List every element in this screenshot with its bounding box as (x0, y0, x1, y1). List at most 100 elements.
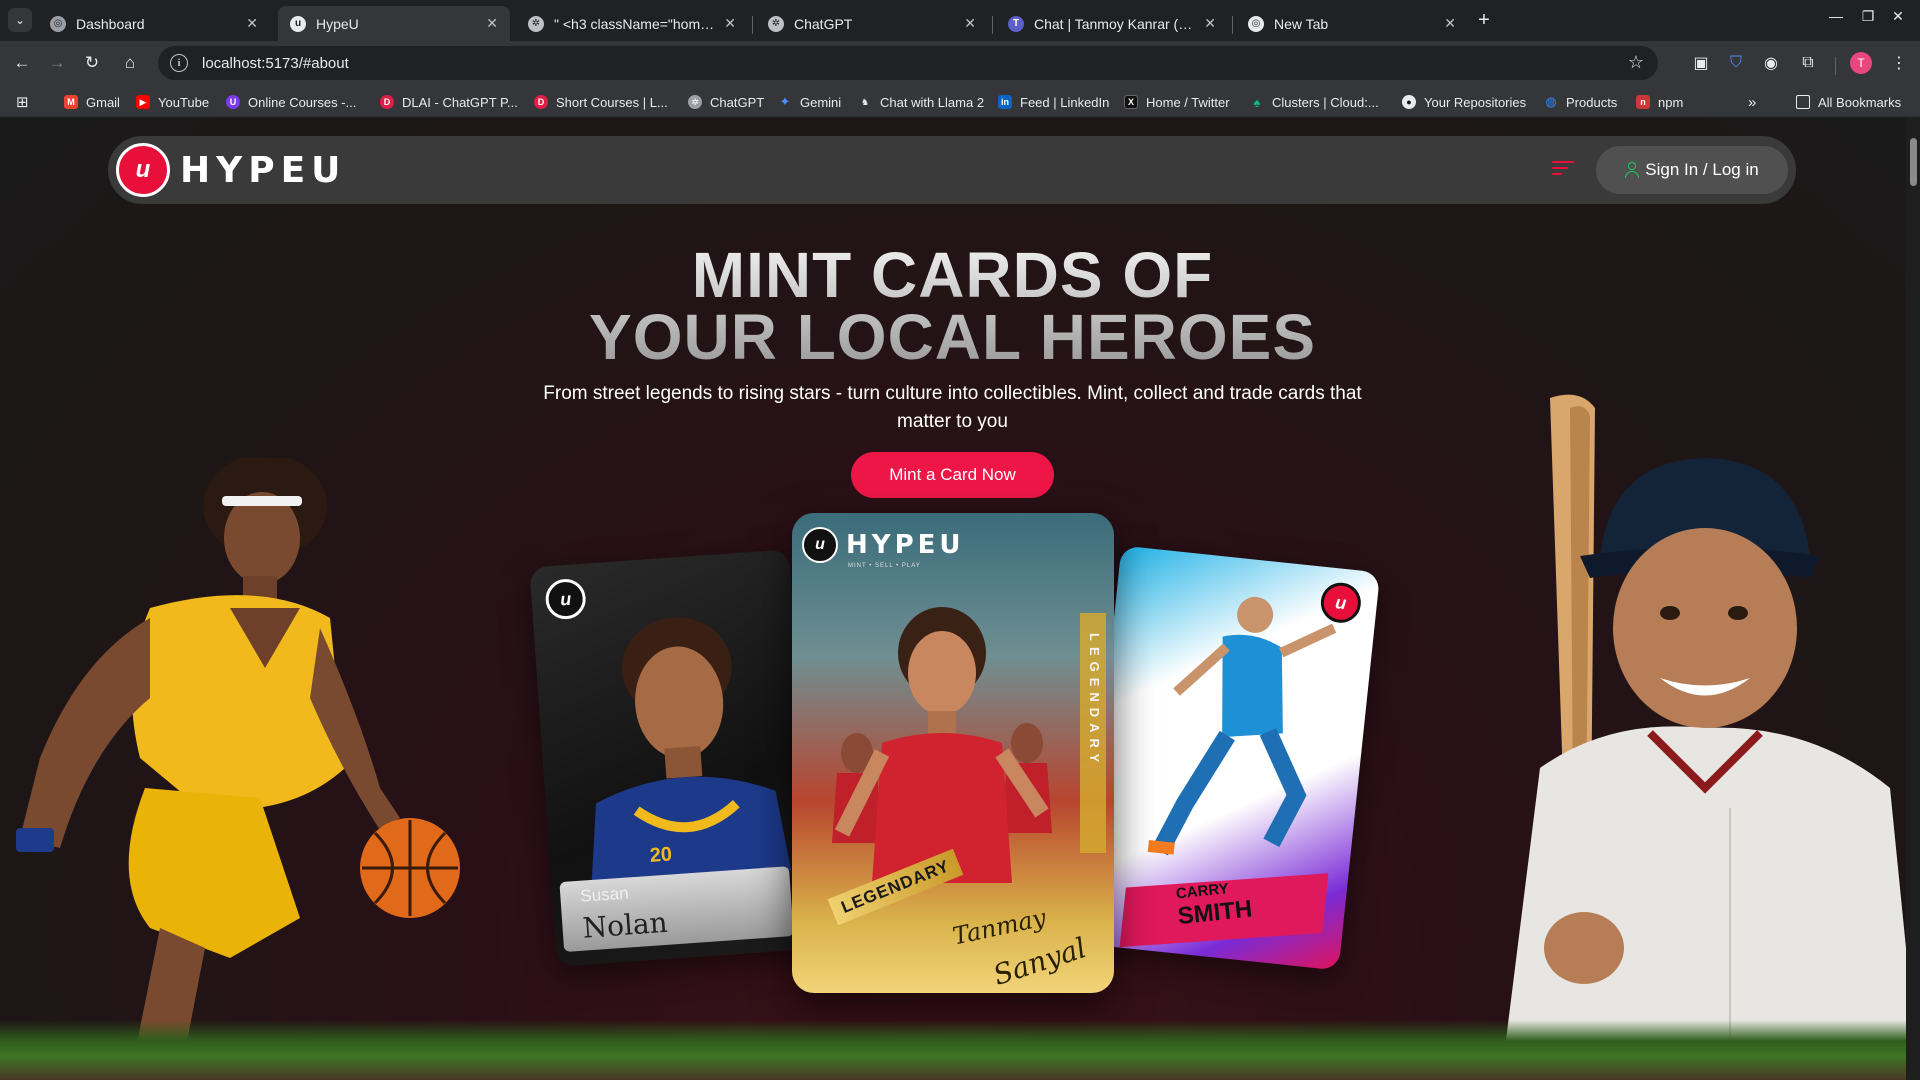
tab-search-button[interactable]: ⌄ (8, 8, 32, 32)
address-bar[interactable]: i localhost:5173/#about ☆ (158, 46, 1658, 80)
card-first-name: Susan (579, 883, 630, 906)
bookmark-online-courses[interactable]: U Online Courses -... (226, 92, 356, 112)
bookmark-youtube[interactable]: ▶ YouTube (136, 92, 209, 112)
new-tab-button[interactable]: + (1470, 8, 1498, 32)
bookmark-twitter[interactable]: X Home / Twitter (1124, 92, 1230, 112)
gmail-icon: M (64, 95, 78, 109)
grass-ground (0, 1020, 1920, 1080)
llama-icon: ♞ (860, 96, 870, 107)
tab-divider (1232, 16, 1233, 34)
tab-teams-chat[interactable]: T Chat | Tanmoy Kanrar (You) | ✕ (996, 6, 1228, 41)
tab-hypeu[interactable]: u HypeU ✕ (278, 6, 510, 41)
apps-grid-icon[interactable]: ⊞ (16, 92, 29, 112)
bookmark-products[interactable]: ◍ Products (1544, 92, 1617, 112)
bookmark-gmail[interactable]: M Gmail (64, 92, 120, 112)
tab-divider (992, 16, 993, 34)
profile-avatar[interactable]: T (1850, 52, 1872, 74)
site-info-icon[interactable]: i (170, 54, 188, 72)
close-tab-icon[interactable]: ✕ (964, 15, 976, 32)
card-signature-first: Tanmay (950, 903, 1049, 951)
basketball-player-image (16, 458, 460, 1078)
hypeu-card-logo-icon: u (802, 527, 838, 563)
player-card-carry-smith[interactable]: u CARRY SMITH (1079, 545, 1381, 971)
openai-icon: ✲ (528, 15, 544, 32)
bookmark-linkedin[interactable]: in Feed | LinkedIn (998, 92, 1109, 112)
mint-card-button[interactable]: Mint a Card Now (851, 452, 1054, 498)
close-tab-icon[interactable]: ✕ (1204, 15, 1216, 32)
card-brand-header: u HYPEU MINT • SELL • PLAY (802, 527, 965, 569)
bookmark-npm[interactable]: n npm (1636, 92, 1683, 112)
hero-title-line-2: YOUR LOCAL HEROES (589, 301, 1316, 373)
chrome-icon: ◎ (1248, 15, 1264, 32)
close-window-icon[interactable]: ✕ (1884, 8, 1912, 25)
player-card-tanmay-sanyal[interactable]: u HYPEU MINT • SELL • PLAY LEGENDARY LEG… (792, 513, 1114, 993)
close-tab-icon[interactable]: ✕ (724, 15, 736, 32)
bookmark-chatgpt[interactable]: ✲ ChatGPT (688, 92, 764, 112)
github-icon: ● (1402, 95, 1416, 109)
bookmarks-bar: ⊞ M Gmail ▶ YouTube U Online Courses -... D… (0, 85, 1920, 117)
all-bookmarks-folder[interactable]: All Bookmarks (1796, 92, 1901, 112)
teams-icon: T (1008, 15, 1024, 32)
minimize-icon[interactable]: — (1822, 8, 1850, 24)
extensions-puzzle-icon[interactable]: ⧉ (1797, 52, 1819, 74)
player-card-susan-nolan[interactable]: u 20 Susan Nolan (529, 549, 817, 967)
dlai-icon: D (380, 95, 394, 109)
page-viewport: u HYPEU Sign In / Log in MINT CARDS OF Y… (0, 118, 1920, 1080)
kebab-menu-icon[interactable]: ⋮ (1888, 52, 1910, 74)
card-last-name: Nolan (581, 905, 669, 945)
hypeu-logo-icon[interactable]: u (116, 143, 170, 197)
openai-icon: ✲ (688, 95, 702, 109)
bookmark-llama[interactable]: ♞ Chat with Llama 2 (858, 92, 984, 112)
products-icon: ◍ (1545, 94, 1557, 109)
camera-extension-icon[interactable]: ◉ (1760, 52, 1782, 74)
legendary-vertical-label: LEGENDARY (1087, 633, 1102, 769)
bookmark-clusters[interactable]: ♠ Clusters | Cloud:... (1250, 92, 1379, 112)
url-text[interactable]: localhost:5173/#about (202, 55, 349, 72)
reload-icon[interactable]: ↻ (80, 51, 104, 75)
tab-code[interactable]: ✲ " <h3 className="home_sut ✕ (516, 6, 748, 41)
hero-title-line-1: MINT CARDS OF (691, 239, 1214, 311)
close-tab-icon[interactable]: ✕ (486, 15, 498, 32)
bookmark-dlai[interactable]: D DLAI - ChatGPT P... (380, 92, 518, 112)
brand-wordmark[interactable]: HYPEU (180, 150, 346, 191)
tab-new-tab[interactable]: ◎ New Tab ✕ (1236, 6, 1468, 41)
bookmark-repositories[interactable]: ● Your Repositories (1402, 92, 1526, 112)
x-twitter-icon: X (1124, 95, 1138, 109)
dlai-icon: D (534, 95, 548, 109)
tab-strip: ⌄ ◎ Dashboard ✕ u HypeU ✕ ✲ " <h3 classN… (0, 0, 1920, 41)
hero-subtitle: From street legends to rising stars - tu… (543, 383, 1362, 432)
toolbar-divider (1835, 57, 1836, 75)
npm-icon: n (1636, 95, 1650, 109)
restore-icon[interactable]: ❐ (1854, 8, 1882, 25)
tab-chatgpt[interactable]: ✲ ChatGPT ✕ (756, 6, 988, 41)
forward-icon[interactable]: → (45, 51, 69, 75)
cast-extension-icon[interactable]: ▣ (1690, 52, 1712, 74)
browser-toolbar: ← → ↻ ⌂ i localhost:5173/#about ☆ ▣ ⛉ ◉ … (0, 41, 1920, 85)
mongodb-leaf-icon: ♠ (1253, 94, 1261, 110)
back-icon[interactable]: ← (10, 51, 34, 75)
hero-title: MINT CARDS OF YOUR LOCAL HEROES (0, 244, 1905, 368)
openai-icon: ✲ (768, 15, 784, 32)
linkedin-icon: in (998, 95, 1012, 109)
card-player-portrait: 20 (591, 617, 792, 884)
folder-icon (1796, 95, 1810, 109)
more-bookmarks-chevron-icon[interactable]: » (1748, 92, 1756, 112)
bookmark-short-courses[interactable]: D Short Courses | L... (534, 92, 668, 112)
courses-icon: U (226, 95, 240, 109)
hypeu-favicon-icon: u (290, 15, 306, 32)
scrollbar-thumb[interactable] (1910, 138, 1917, 186)
site-navbar: u HYPEU Sign In / Log in (108, 136, 1796, 204)
shield-extension-icon[interactable]: ⛉ (1725, 52, 1747, 74)
gemini-icon: ✦ (779, 94, 791, 109)
bookmark-star-icon[interactable]: ☆ (1628, 52, 1644, 73)
home-icon[interactable]: ⌂ (118, 51, 142, 75)
menu-icon[interactable] (1552, 161, 1574, 179)
close-tab-icon[interactable]: ✕ (246, 15, 258, 32)
page-scrollbar[interactable] (1906, 118, 1920, 1080)
bookmark-gemini[interactable]: ✦ Gemini (778, 92, 842, 112)
close-tab-icon[interactable]: ✕ (1444, 15, 1456, 32)
card-player-portrait (1147, 596, 1337, 856)
sign-in-button[interactable]: Sign In / Log in (1596, 146, 1788, 194)
tab-divider (752, 16, 753, 34)
tab-dashboard[interactable]: ◎ Dashboard ✕ (38, 6, 270, 41)
